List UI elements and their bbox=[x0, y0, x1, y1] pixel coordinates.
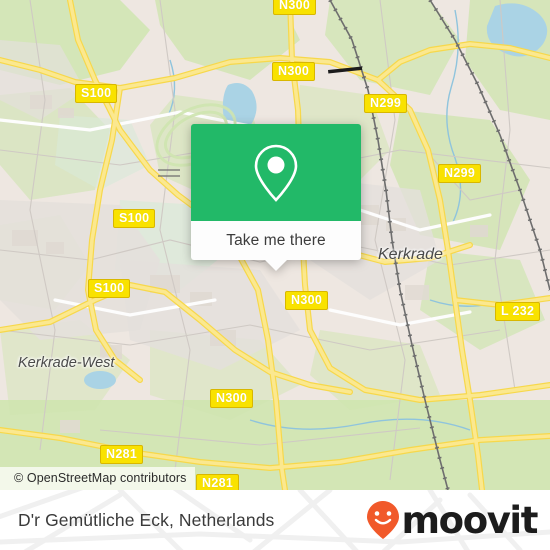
road-shield: N299 bbox=[364, 94, 408, 114]
map-canvas[interactable]: .land{fill:#eee7e1} .green{fill:#cfe5b0}… bbox=[0, 0, 550, 490]
road-shield-label: S100 bbox=[94, 281, 125, 295]
road-shield-label: N299 bbox=[370, 96, 402, 110]
road-shield: N300 bbox=[210, 389, 254, 409]
road-shield: S100 bbox=[88, 279, 131, 299]
map-place-label: Kerkrade bbox=[378, 246, 443, 263]
road-shield: N300 bbox=[273, 0, 317, 16]
moovit-wordmark: moovit bbox=[401, 498, 539, 542]
road-shield: N300 bbox=[272, 62, 316, 82]
road-shield-label: N281 bbox=[106, 447, 138, 461]
destination-popup[interactable]: Take me there bbox=[191, 124, 361, 271]
road-shield-label: N300 bbox=[278, 64, 310, 78]
road-shield: N299 bbox=[438, 164, 482, 184]
road-shield: S100 bbox=[75, 84, 118, 104]
moovit-logo[interactable]: moovit bbox=[366, 490, 539, 550]
road-shield-label: L 232 bbox=[501, 304, 535, 318]
app-root: .land{fill:#eee7e1} .green{fill:#cfe5b0}… bbox=[0, 0, 550, 550]
road-shield-label: N300 bbox=[216, 391, 248, 405]
road-shield: S100 bbox=[113, 209, 156, 229]
road-shield-label: S100 bbox=[81, 86, 112, 100]
popup-cta[interactable]: Take me there bbox=[191, 221, 361, 271]
road-shield-label: N300 bbox=[291, 293, 323, 307]
popup-tail bbox=[264, 259, 288, 271]
road-shield: N300 bbox=[285, 291, 329, 311]
place-title: D'r Gemütliche Eck, Netherlands bbox=[18, 510, 275, 530]
road-shield: L 232 bbox=[495, 302, 541, 322]
popup-cta-label: Take me there bbox=[226, 231, 326, 249]
road-shield: N281 bbox=[196, 474, 240, 490]
road-shield-label: N281 bbox=[202, 476, 234, 490]
road-shield-label: S100 bbox=[119, 211, 150, 225]
road-shield-label: N300 bbox=[279, 0, 311, 12]
road-shield-label: N299 bbox=[444, 166, 476, 180]
popup-pin-area bbox=[191, 124, 361, 221]
map-pin-icon bbox=[254, 144, 298, 202]
moovit-pin-icon bbox=[366, 501, 399, 539]
footer-bar: D'r Gemütliche Eck, Netherlands moovit bbox=[0, 490, 550, 550]
map-place-label: Kerkrade-West bbox=[18, 355, 115, 371]
road-shield: N281 bbox=[100, 445, 144, 465]
map-attribution[interactable]: © OpenStreetMap contributors bbox=[0, 467, 195, 490]
